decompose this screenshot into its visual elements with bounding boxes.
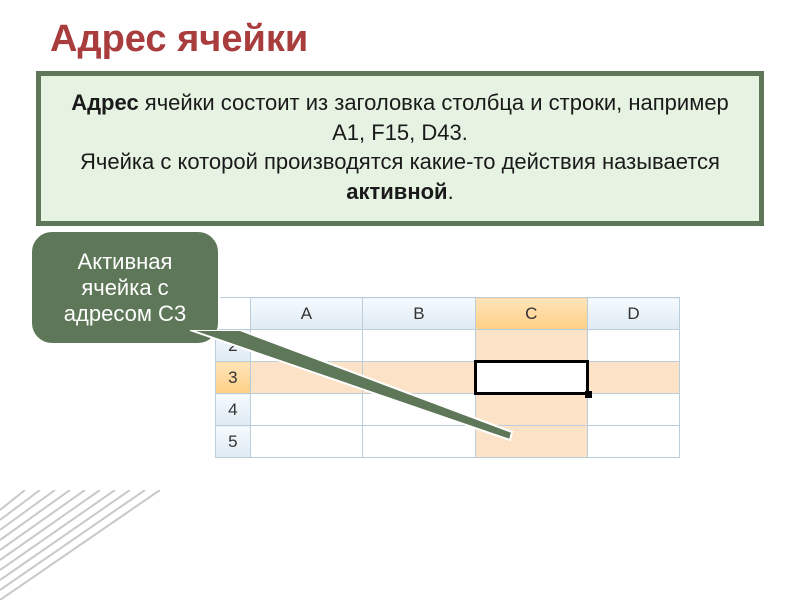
callout-bubble: Активная ячейка с адресом С3 (30, 230, 220, 345)
definition-box: Адрес ячейки состоит из заголовка столбц… (36, 71, 764, 226)
callout-wrapper: Активная ячейка с адресом С3 (30, 230, 220, 345)
cell-D2[interactable] (588, 330, 680, 362)
cell-D4[interactable] (588, 394, 680, 426)
definition-line2-pre: Ячейка с которой производятся какие-то д… (80, 149, 720, 174)
callout-line2: ячейка с (81, 275, 168, 300)
definition-bold-word: Адрес (71, 90, 138, 115)
cell-D5[interactable] (588, 426, 680, 458)
col-header-A[interactable]: A (250, 298, 362, 330)
slide-title: Адрес ячейки (0, 0, 800, 71)
corner-cell[interactable] (216, 298, 251, 330)
definition-line2-post: . (448, 179, 454, 204)
callout-line3: адресом С3 (64, 301, 186, 326)
fill-handle[interactable] (585, 391, 592, 398)
col-header-C[interactable]: C (475, 298, 587, 330)
diagonal-decoration (0, 490, 160, 600)
definition-line2-bold: активной (346, 179, 447, 204)
col-header-D[interactable]: D (588, 298, 680, 330)
column-header-row: A B C D (216, 298, 680, 330)
definition-line1: ячейки состоит из заголовка столбца и ст… (139, 90, 729, 145)
callout-line1: Активная (78, 249, 173, 274)
cell-D3[interactable] (588, 362, 680, 394)
col-header-B[interactable]: B (363, 298, 475, 330)
